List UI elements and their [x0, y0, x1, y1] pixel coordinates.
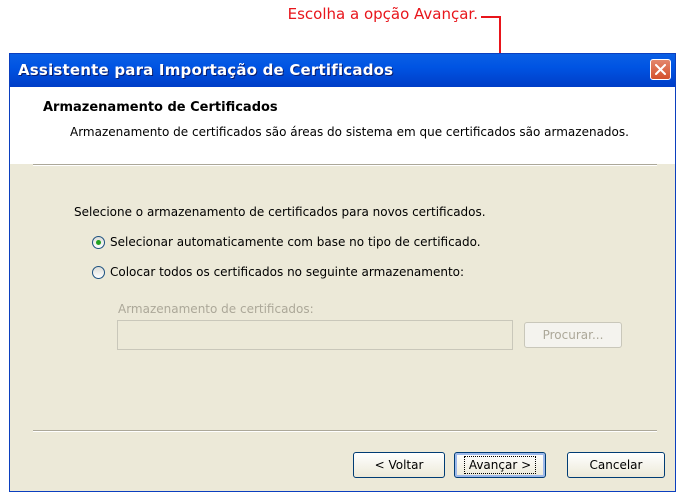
option-manual-store-label: Colocar todos os certificados no seguint…	[110, 265, 465, 279]
store-field-label: Armazenamento de certificados:	[118, 302, 314, 316]
annotation-text: Escolha a opção Avançar.	[287, 5, 478, 23]
browse-button: Procurar...	[524, 322, 622, 348]
store-prompt: Selecione o armazenamento de certificado…	[74, 205, 486, 219]
radio-auto-select[interactable]	[92, 235, 105, 249]
page-description: Armazenamento de certificados são áreas …	[70, 125, 629, 139]
footer-divider	[33, 430, 657, 432]
radio-manual-store[interactable]	[92, 265, 105, 279]
option-manual-store[interactable]: Colocar todos os certificados no seguint…	[92, 265, 464, 279]
close-button[interactable]	[650, 59, 671, 80]
import-wizard-dialog: Assistente para Importação de Certificad…	[9, 53, 676, 492]
option-auto-select[interactable]: Selecionar automaticamente com base no t…	[92, 235, 481, 249]
next-button-label: Avançar >	[463, 456, 537, 474]
next-button[interactable]: Avançar >	[454, 452, 546, 478]
title-bar[interactable]: Assistente para Importação de Certificad…	[10, 54, 675, 87]
option-auto-select-label: Selecionar automaticamente com base no t…	[110, 235, 481, 249]
wizard-header: Armazenamento de Certificados Armazename…	[10, 87, 675, 164]
cancel-button[interactable]: Cancelar	[567, 452, 665, 478]
back-button[interactable]: < Voltar	[353, 452, 445, 478]
header-divider	[33, 164, 657, 166]
store-field	[117, 320, 513, 350]
annotation-line	[481, 16, 501, 18]
window-title: Assistente para Importação de Certificad…	[18, 61, 394, 79]
page-title: Armazenamento de Certificados	[43, 100, 278, 115]
close-icon	[655, 64, 666, 75]
